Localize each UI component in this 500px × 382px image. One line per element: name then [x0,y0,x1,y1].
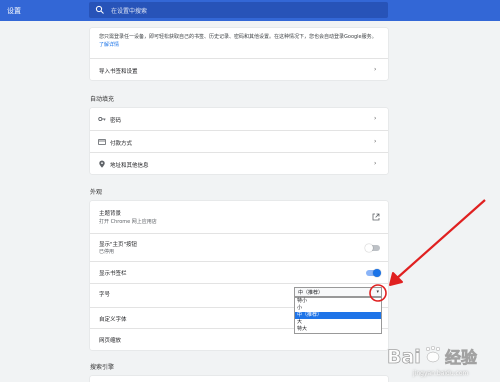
search-icon [95,5,104,14]
annotation-arrow-head [389,272,403,286]
top-bar: 设置 在设置中搜索 [0,0,500,21]
search-engine-section-title: 搜索引擎 [90,364,115,371]
font-size-option[interactable]: 小 [295,305,381,312]
page-zoom-label: 网页缩放 [99,338,122,344]
home-button-toggle[interactable] [365,243,380,252]
open-external-icon[interactable] [372,213,380,221]
autofill-section-title: 自动填充 [90,96,115,103]
search-box[interactable]: 在设置中搜索 [89,2,388,18]
bookmarks-bar-toggle[interactable] [366,268,381,277]
svg-text:经验: 经验 [445,348,478,367]
home-button-row[interactable]: 显示"主页"按钮 已停用 [90,233,388,261]
toggle-knob [373,268,381,277]
location-pin-icon [99,160,105,168]
baidu-jingyan-logo: Bai 经验 [387,346,479,369]
payment-methods-label: 付款方式 [110,141,133,147]
import-bookmarks-row[interactable]: 导入书签和设置 › [90,58,388,80]
custom-fonts-label: 自定义字体 [99,317,127,323]
theme-subtitle: 打开 Chrome 网上应用店 [99,219,157,225]
baidu-watermark: Bai 经验 jingyan.baidu.com [385,341,495,379]
payment-methods-row[interactable]: 付款方式 › [90,130,388,152]
addresses-row[interactable]: 地址和其他信息 › [90,152,388,174]
chevron-down-icon: ▾ [376,289,379,295]
font-size-option[interactable]: 特小 [295,298,381,305]
autofill-card: 密码 › 付款方式 › 地址和其他信息 › [90,108,388,174]
page-title: 设置 [7,7,21,15]
key-icon [98,116,106,122]
chevron-right-icon: › [374,65,377,73]
font-size-option[interactable]: 大 [295,319,381,326]
theme-title: 主题背景 [99,211,122,217]
svg-text:Bai: Bai [387,346,421,368]
annotation-arrow-line [395,199,486,280]
passwords-row[interactable]: 密码 › [90,108,388,130]
bookmarks-bar-label: 显示书签栏 [99,271,127,277]
chevron-right-icon: › [374,159,377,167]
account-card: 您只需登录任一设备，即可轻松获取自己的书签、历史记录、密码和其他设置。在这种情况… [90,28,388,80]
font-size-select[interactable]: 中（推荐） ▾ [294,287,382,297]
font-size-options-menu: 特小 小 中（推荐） 大 特大 [294,297,382,334]
learn-more-link[interactable]: 了解详情 [99,42,119,48]
search-input[interactable]: 在设置中搜索 [111,6,147,15]
credit-card-icon [98,138,106,145]
font-size-selected-value: 中（推荐） [298,290,324,296]
sign-in-description-row: 您只需登录任一设备，即可轻松获取自己的书签、历史记录、密码和其他设置。在这种情况… [90,28,388,58]
font-size-label: 字号 [99,292,111,298]
bookmarks-bar-row[interactable]: 显示书签栏 [90,261,388,283]
font-size-option[interactable]: 特大 [295,326,381,333]
appearance-section-title: 外观 [90,189,103,196]
toggle-knob [365,243,373,252]
chevron-right-icon: › [374,137,377,145]
search-engine-card [90,376,388,382]
addresses-label: 地址和其他信息 [110,163,149,169]
home-button-subtitle: 已停用 [99,249,115,255]
chevron-right-icon: › [374,115,377,122]
theme-row[interactable]: 主题背景 打开 Chrome 网上应用店 [90,201,388,233]
home-button-title: 显示"主页"按钮 [99,242,138,248]
watermark-site: jingyan.baidu.com [413,370,469,377]
passwords-label: 密码 [110,118,122,124]
font-size-option-selected[interactable]: 中（推荐） [295,312,381,319]
import-bookmarks-label: 导入书签和设置 [99,69,138,75]
sign-in-description: 您只需登录任一设备，即可轻松获取自己的书签、历史记录、密码和其他设置。在这种情况… [99,34,377,48]
